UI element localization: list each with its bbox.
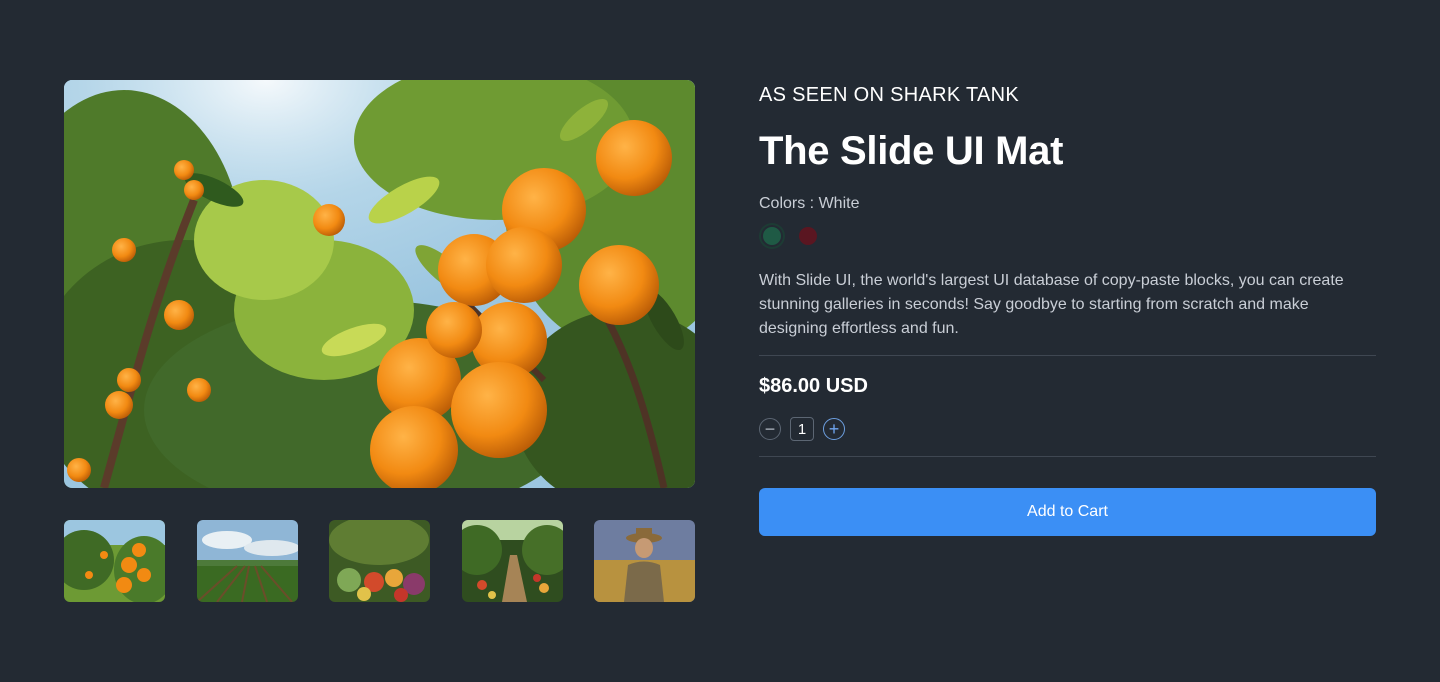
- thumbnail-strip: [64, 520, 695, 602]
- product-eyebrow: AS SEEN ON SHARK TANK: [759, 84, 1020, 106]
- decrease-quantity-button[interactable]: −: [759, 418, 781, 440]
- product-info: AS SEEN ON SHARK TANK The Slide UI Mat C…: [759, 80, 1376, 536]
- divider: [759, 355, 1376, 356]
- color-swatches: [763, 227, 1376, 245]
- product-gallery: [64, 80, 695, 602]
- quantity-stepper: − 1 +: [759, 417, 1376, 441]
- product-title: The Slide UI Mat: [759, 129, 1064, 173]
- color-swatch-red[interactable]: [799, 227, 817, 245]
- product-description: With Slide UI, the world's largest UI da…: [759, 272, 1344, 337]
- thumbnail-vegetables[interactable]: [329, 520, 430, 602]
- divider: [759, 456, 1376, 457]
- plus-icon: +: [828, 419, 840, 439]
- orange-tree-illustration: [64, 80, 695, 488]
- quantity-value[interactable]: 1: [790, 417, 814, 441]
- thumbnail-farm-field[interactable]: [196, 520, 298, 602]
- minus-icon: −: [764, 419, 776, 439]
- add-to-cart-button[interactable]: Add to Cart: [759, 488, 1376, 536]
- hero-image-orange-tree: [64, 80, 695, 488]
- thumbnail-farmer[interactable]: [594, 520, 695, 602]
- product-price: $86.00 USD: [759, 375, 868, 397]
- colors-label: Colors : White: [759, 195, 860, 212]
- thumbnail-garden-path[interactable]: [461, 520, 563, 602]
- thumbnail-orange-tree[interactable]: [64, 520, 165, 602]
- increase-quantity-button[interactable]: +: [823, 418, 845, 440]
- color-swatch-white[interactable]: [763, 227, 781, 245]
